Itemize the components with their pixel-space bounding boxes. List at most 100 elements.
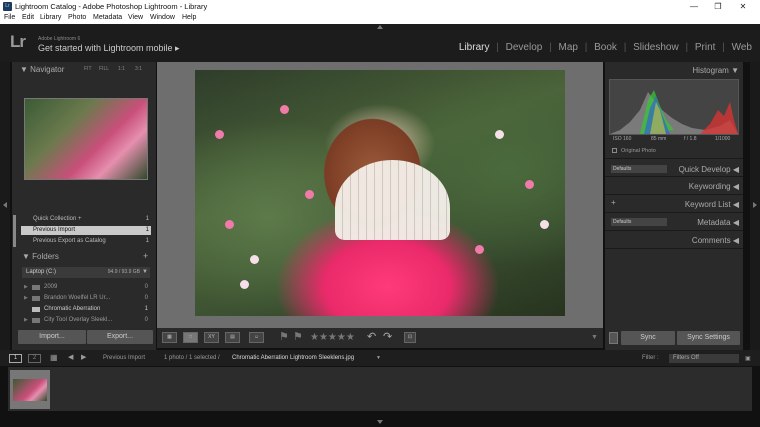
main-photo[interactable] xyxy=(195,70,565,316)
panel-divider xyxy=(605,194,743,195)
forward-arrow-icon[interactable]: ▶ xyxy=(81,353,86,361)
menu-photo[interactable]: Photo xyxy=(68,14,86,21)
window-1-button[interactable]: 1 xyxy=(9,354,22,363)
navigator-header[interactable]: ▼ Navigator xyxy=(20,65,64,77)
restore-icon[interactable]: ❐ xyxy=(712,1,724,12)
back-arrow-icon[interactable]: ◀ xyxy=(68,353,73,361)
menu-view[interactable]: View xyxy=(128,14,143,21)
survey-view-icon[interactable]: ▤ xyxy=(225,332,240,343)
module-slideshow[interactable]: Slideshow xyxy=(633,42,679,53)
flower-shape xyxy=(540,220,549,229)
collections-scrollbar[interactable] xyxy=(13,215,16,247)
toolbar-menu-icon[interactable]: ▼ xyxy=(591,331,598,344)
panel-divider xyxy=(605,212,743,213)
fan-ribs xyxy=(335,160,450,240)
folder-expand-icon[interactable]: ▶ xyxy=(24,315,28,325)
menu-window[interactable]: Window xyxy=(150,14,175,21)
menu-metadata[interactable]: Metadata xyxy=(93,14,122,21)
grid-view-icon[interactable]: ▦ xyxy=(162,332,177,343)
right-panel: Histogram ▼ ISO 160 85 mm f / 1.8 1/1000… xyxy=(605,62,743,350)
menu-help[interactable]: Help xyxy=(182,14,196,21)
folder-label: Chromatic Aberration xyxy=(44,306,101,312)
flag-reject-icon[interactable]: ⚑ xyxy=(293,331,303,344)
saved-preset-select[interactable]: Defaults xyxy=(611,165,667,173)
module-book[interactable]: Book xyxy=(594,42,617,53)
star-rating[interactable]: ★★★★★ xyxy=(310,331,355,344)
zoom-fit[interactable]: FIT xyxy=(84,66,92,72)
menu-library[interactable]: Library xyxy=(40,14,61,21)
folder-item[interactable]: Chromatic Aberration 1 xyxy=(22,304,150,314)
rotate-left-icon[interactable]: ↶ xyxy=(367,331,376,344)
flower-shape xyxy=(475,245,484,254)
metadata-header[interactable]: Metadata ◀ xyxy=(697,218,739,227)
panel-divider xyxy=(605,230,743,231)
grid-view-icon[interactable]: ▦ xyxy=(50,353,58,362)
folder-item[interactable]: ▶ City Tool Overlay Sleekl... 0 xyxy=(22,315,150,325)
loupe-view-icon[interactable]: □ xyxy=(183,332,198,343)
menu-file[interactable]: File xyxy=(4,14,15,21)
export-button[interactable]: Export... xyxy=(87,330,153,344)
bottom-panel-toggle-icon[interactable] xyxy=(377,420,383,424)
people-view-icon[interactable]: ☺ xyxy=(249,332,264,343)
histogram-header[interactable]: Histogram ▼ xyxy=(692,66,739,75)
import-button[interactable]: Import... xyxy=(18,330,86,344)
folder-icon xyxy=(32,285,40,290)
window-2-button[interactable]: 2 xyxy=(28,354,41,363)
mobile-cta[interactable]: Get started with Lightroom mobile ▸ xyxy=(38,43,180,54)
add-folder-icon[interactable]: + xyxy=(143,251,148,261)
filter-lock-icon[interactable]: ▣ xyxy=(745,355,751,362)
filmstrip-header: 1 2 ▦ ◀ ▶ Previous Import 1 photo / 1 se… xyxy=(0,350,760,366)
zoom-fill[interactable]: FILL xyxy=(99,66,109,72)
navigator-title: Navigator xyxy=(30,65,65,74)
module-develop[interactable]: Develop xyxy=(506,42,543,53)
module-web[interactable]: Web xyxy=(732,42,752,53)
filter-select[interactable]: Filters Off xyxy=(669,354,739,363)
navigator-preview[interactable] xyxy=(24,98,148,180)
folder-item[interactable]: ▶ Brandon Woelfel LR Ur... 0 xyxy=(22,293,150,303)
close-icon[interactable]: ✕ xyxy=(737,1,749,12)
folder-item[interactable]: ▶ 2009 0 xyxy=(22,282,150,292)
right-panel-toggle-icon[interactable] xyxy=(753,202,757,208)
panel-divider xyxy=(605,248,743,249)
filmstrip-thumbnail[interactable] xyxy=(10,370,50,409)
menu-edit[interactable]: Edit xyxy=(22,14,34,21)
flag-pick-icon[interactable]: ⚑ xyxy=(279,331,289,344)
keywording-header[interactable]: Keywording ◀ xyxy=(689,182,739,191)
keyword-list-header[interactable]: Keyword List ◀ xyxy=(685,200,739,209)
add-keyword-icon[interactable]: + xyxy=(611,198,616,207)
crop-overlay-icon[interactable]: ⊡ xyxy=(404,332,416,343)
histogram-graph[interactable] xyxy=(609,79,739,135)
collection-quick[interactable]: Quick Collection + 1 xyxy=(21,215,151,224)
volume-bar[interactable]: Laptop (C:) 94.9 / 93.9 GB ▼ xyxy=(22,267,150,278)
readout-shutter: 1/1000 xyxy=(715,136,731,142)
sync-button[interactable]: Sync xyxy=(621,331,675,345)
collection-previous-export[interactable]: Previous Export as Catalog 1 xyxy=(21,237,151,246)
zoom-3to1[interactable]: 3:1 xyxy=(135,66,142,72)
volume-menu-icon[interactable]: ▼ xyxy=(142,267,148,278)
module-map[interactable]: Map xyxy=(559,42,578,53)
quick-develop-header[interactable]: Quick Develop ◀ xyxy=(679,165,739,174)
collection-previous-import[interactable]: Previous Import 1 xyxy=(21,226,151,235)
metadata-preset-select[interactable]: Defaults xyxy=(611,218,667,226)
selected-filename[interactable]: Chromatic Aberration Lightroom Sleeklens… xyxy=(232,355,354,361)
left-panel-toggle-icon[interactable] xyxy=(3,202,7,208)
filename-menu-icon[interactable]: ▼ xyxy=(376,355,381,361)
module-print[interactable]: Print xyxy=(695,42,716,53)
comments-header[interactable]: Comments ◀ xyxy=(692,236,739,245)
folder-expand-icon[interactable]: ▶ xyxy=(24,293,28,303)
rotate-right-icon[interactable]: ↷ xyxy=(383,331,392,344)
sync-settings-button[interactable]: Sync Settings xyxy=(677,331,740,345)
compare-view-button[interactable]: XY xyxy=(204,332,219,343)
top-panel-toggle-icon[interactable] xyxy=(377,25,383,29)
folder-expand-icon[interactable]: ▶ xyxy=(24,282,28,292)
module-library[interactable]: Library xyxy=(459,42,490,53)
folders-header[interactable]: ▼ Folders xyxy=(22,252,59,264)
filmstrip-source[interactable]: Previous Import xyxy=(103,355,145,361)
auto-sync-toggle[interactable] xyxy=(609,332,618,344)
original-photo-checkbox[interactable] xyxy=(612,148,617,153)
zoom-1to1[interactable]: 1:1 xyxy=(118,66,125,72)
loupe-view[interactable] xyxy=(157,62,603,328)
original-photo-label: Original Photo xyxy=(621,148,656,154)
minimize-icon[interactable]: — xyxy=(688,1,700,12)
flower-shape xyxy=(280,105,289,114)
